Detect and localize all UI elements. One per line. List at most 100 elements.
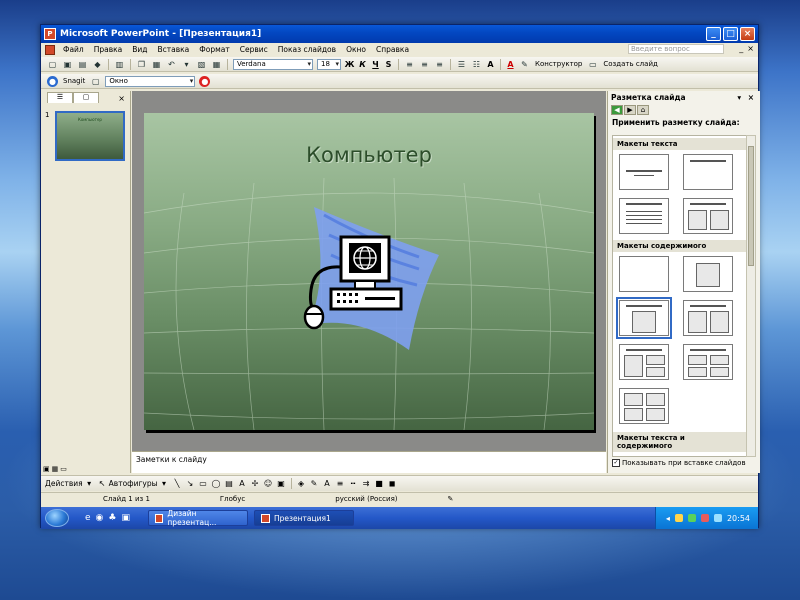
shadow-button[interactable]: S — [382, 60, 395, 69]
font-combo[interactable]: Verdana — [233, 58, 313, 70]
bullets-icon[interactable]: ☷ — [471, 59, 482, 70]
document-icon[interactable] — [45, 44, 55, 55]
undo-icon[interactable]: ↶ — [166, 59, 177, 70]
copy-icon[interactable]: ❐ — [136, 59, 147, 70]
line-color-icon[interactable]: ✎ — [309, 478, 320, 489]
slideshow-view-icon[interactable]: ▭ — [60, 465, 67, 475]
media-icon[interactable]: ◉ — [96, 513, 104, 523]
designer-button[interactable]: Конструктор — [535, 60, 582, 68]
align-right-icon[interactable]: ≡ — [434, 59, 445, 70]
chevron-down-icon[interactable]: ▾ — [159, 478, 170, 489]
font-color-button[interactable]: A — [504, 60, 517, 69]
new-icon[interactable]: ▢ — [47, 59, 58, 70]
designer-icon[interactable]: ✎ — [519, 59, 530, 70]
align-center-icon[interactable]: ≡ — [419, 59, 430, 70]
forward-icon[interactable]: ▶ — [624, 105, 636, 115]
notes-area[interactable]: Заметки к слайду — [132, 451, 606, 473]
close-icon[interactable]: × — [118, 94, 125, 103]
menu-tools[interactable]: Сервис — [235, 45, 273, 54]
capture-icon[interactable]: ▢ — [90, 76, 101, 87]
new-slide-button[interactable]: Создать слайд — [603, 60, 657, 68]
slide-title[interactable]: Компьютер — [144, 143, 594, 167]
oval-icon[interactable]: ◯ — [211, 478, 222, 489]
text-color-icon[interactable]: A — [322, 478, 333, 489]
network-icon[interactable]: ♣ — [108, 513, 116, 523]
menu-format[interactable]: Формат — [194, 45, 234, 54]
numbering-icon[interactable]: ☰ — [456, 59, 467, 70]
tray-icon[interactable] — [687, 514, 696, 522]
show-on-insert-option[interactable]: ✓ Показывать при вставке слайдов — [612, 459, 746, 467]
fill-color-icon[interactable]: ◈ — [296, 478, 307, 489]
normal-view-icon[interactable]: ▣ — [43, 465, 50, 475]
chevron-left-icon[interactable]: ◂ — [666, 514, 670, 523]
menu-window[interactable]: Окно — [341, 45, 371, 54]
select-pointer-icon[interactable]: ↖ — [97, 478, 108, 489]
task-pane-controls[interactable]: ▾ × — [737, 93, 756, 102]
table-icon[interactable]: ▦ — [211, 59, 222, 70]
font-size-combo[interactable]: 18 — [317, 58, 341, 70]
desktop-icon[interactable]: ▣ — [121, 513, 130, 523]
print-icon[interactable]: ▥ — [114, 59, 125, 70]
chevron-down-icon[interactable]: ▾ — [84, 478, 95, 489]
layout-content[interactable] — [683, 256, 733, 292]
chevron-down-icon[interactable]: ▾ — [181, 59, 192, 70]
layout-title-content-2over[interactable] — [619, 344, 669, 380]
maximize-button[interactable]: □ — [723, 27, 738, 41]
menu-view[interactable]: Вид — [127, 45, 152, 54]
rectangle-icon[interactable]: ▭ — [198, 478, 209, 489]
snagit-button[interactable]: Snagit — [63, 77, 85, 85]
ie-icon[interactable]: e — [85, 513, 91, 523]
back-icon[interactable]: ◀ — [611, 105, 623, 115]
slide-thumbnail[interactable]: Компьютер — [55, 111, 125, 161]
arrow-style-icon[interactable]: ⇉ — [361, 478, 372, 489]
tab-outline[interactable]: ☰ — [47, 92, 73, 103]
dash-style-icon[interactable]: ┅ — [348, 478, 359, 489]
layout-title-slide[interactable] — [619, 154, 669, 190]
autoshapes-menu[interactable]: Автофигуры — [109, 479, 158, 488]
minimize-button[interactable]: _ — [706, 27, 721, 41]
taskbar-item-presentation[interactable]: Презентация1 — [254, 510, 354, 526]
task-pane-scrollbar[interactable] — [746, 135, 756, 457]
menu-edit[interactable]: Правка — [89, 45, 128, 54]
picture-icon[interactable]: ▣ — [276, 478, 287, 489]
window-combo[interactable]: Окно — [105, 75, 196, 87]
permission-icon[interactable]: ◆ — [92, 59, 103, 70]
actions-menu[interactable]: Действия — [45, 479, 83, 488]
chart-icon[interactable]: ▧ — [196, 59, 207, 70]
snagit-icon[interactable]: ● — [47, 75, 58, 87]
layout-title-four-content[interactable] — [683, 344, 733, 380]
tray-icon[interactable] — [700, 514, 709, 522]
grow-font-button[interactable]: A — [484, 60, 497, 69]
italic-button[interactable]: К — [356, 60, 369, 69]
menu-help[interactable]: Справка — [371, 45, 414, 54]
shadow-icon[interactable]: ■ — [374, 478, 385, 489]
doc-close-button[interactable]: × — [747, 44, 754, 53]
textbox-icon[interactable]: ▤ — [224, 478, 235, 489]
tray-icon[interactable] — [713, 514, 722, 522]
layout-title-text[interactable] — [619, 198, 669, 234]
layout-four-content[interactable] — [619, 388, 669, 424]
layout-title-two-content[interactable] — [683, 300, 733, 336]
sorter-view-icon[interactable]: ▦ — [52, 465, 59, 475]
title-bar[interactable]: P Microsoft PowerPoint - [Презентация1] … — [41, 25, 758, 43]
layout-title-content[interactable] — [616, 297, 672, 339]
menu-file[interactable]: Файл — [58, 45, 89, 54]
computer-clipart[interactable] — [269, 205, 449, 355]
taskbar-item-design[interactable]: Дизайн презентац... — [148, 509, 248, 527]
line-style-icon[interactable]: ≡ — [335, 478, 346, 489]
layout-blank[interactable] — [619, 256, 669, 292]
line-icon[interactable]: ╲ — [172, 478, 183, 489]
start-button[interactable] — [45, 509, 69, 527]
record-icon[interactable]: ● — [199, 75, 211, 87]
powerpoint-app-icon[interactable]: P — [44, 28, 56, 40]
align-left-icon[interactable]: ≡ — [404, 59, 415, 70]
show-on-insert-checkbox[interactable]: ✓ — [612, 459, 620, 467]
close-button[interactable]: × — [740, 27, 755, 41]
3d-icon[interactable]: ◼ — [387, 478, 398, 489]
arrow-icon[interactable]: ↘ — [185, 478, 196, 489]
layout-two-columns[interactable] — [683, 198, 733, 234]
slide-canvas[interactable]: Компьютер — [144, 113, 594, 430]
underline-button[interactable]: Ч — [369, 60, 382, 69]
help-question-input[interactable]: Введите вопрос — [628, 44, 724, 54]
diagram-icon[interactable]: ✢ — [250, 478, 261, 489]
